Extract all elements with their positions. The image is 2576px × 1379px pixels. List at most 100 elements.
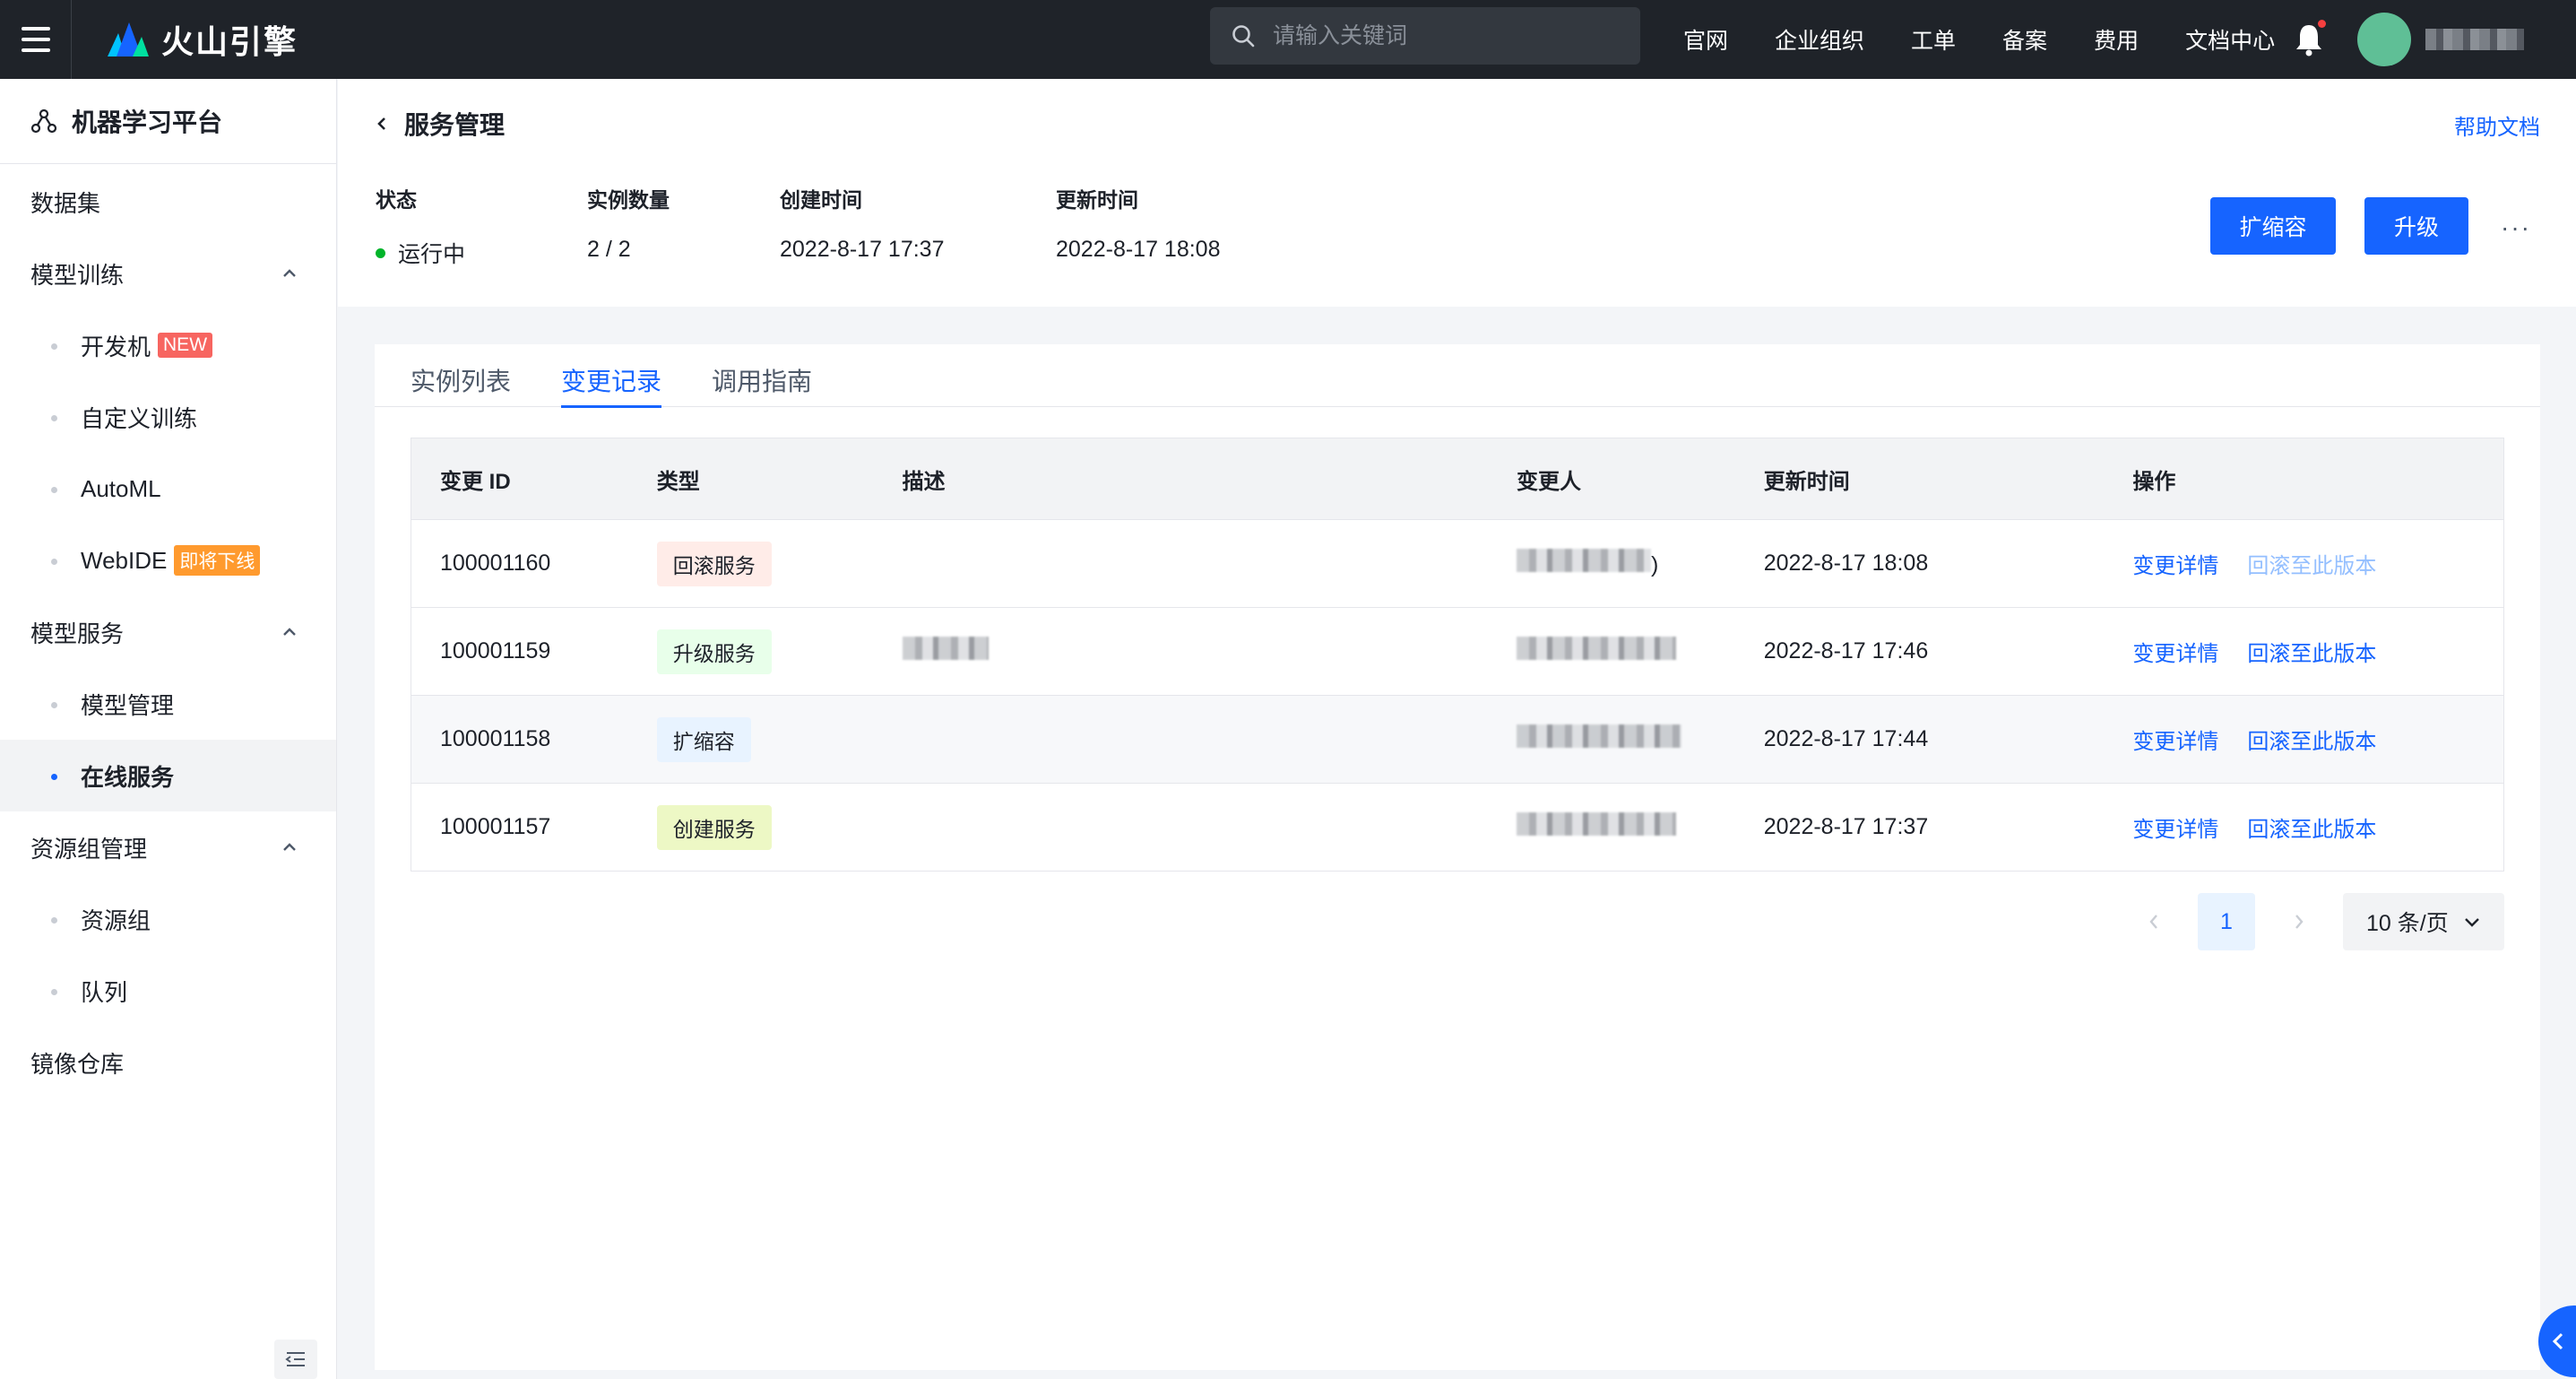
chevron-left-icon <box>2552 1332 2563 1350</box>
next-page-icon[interactable] <box>2278 893 2320 950</box>
change-records-table: 变更 ID 类型 描述 变更人 更新时间 操作 100001160 回滚服务 )… <box>411 438 2504 872</box>
nav-tickets[interactable]: 工单 <box>1911 23 1956 56</box>
nav-filing[interactable]: 备案 <box>2002 23 2047 56</box>
sidebar-item-webide[interactable]: WebIDE 即将下线 <box>0 525 336 596</box>
nav-official-site[interactable]: 官网 <box>1683 23 1728 56</box>
sidebar-item-dev-machine[interactable]: 开发机 NEW <box>0 309 336 381</box>
user-avatar[interactable] <box>2357 13 2411 66</box>
upgrade-button[interactable]: 升级 <box>2364 197 2468 255</box>
brand[interactable]: 火山引擎 <box>106 16 298 63</box>
change-details-link[interactable]: 变更详情 <box>2132 636 2218 667</box>
sidebar-item-online-service[interactable]: 在线服务 <box>0 740 336 811</box>
change-details-link[interactable]: 变更详情 <box>2132 548 2218 579</box>
nav-docs-center[interactable]: 文档中心 <box>2185 23 2275 56</box>
changed-by-cell <box>1516 637 1764 666</box>
status-label: 状态 <box>376 188 417 212</box>
rollback-link[interactable]: 回滚至此版本 <box>2247 724 2376 755</box>
chevron-down-icon <box>2465 918 2479 927</box>
sidebar-item-label: 模型管理 <box>81 691 175 719</box>
new-badge: NEW <box>158 333 213 358</box>
change-id: 100001159 <box>440 638 551 663</box>
collapse-sidebar-button[interactable] <box>274 1340 317 1379</box>
instances-value: 2 / 2 <box>587 237 631 262</box>
brand-name: 火山引擎 <box>161 23 298 60</box>
change-id: 100001157 <box>440 814 551 839</box>
nav-enterprise-org[interactable]: 企业组织 <box>1775 23 1864 56</box>
change-id: 100001158 <box>440 726 551 751</box>
created-time-info: 创建时间 2022-8-17 17:37 <box>780 183 944 263</box>
header-updated-time: 更新时间 <box>1763 469 1850 494</box>
chevron-right-icon <box>2295 915 2304 929</box>
tab-call-guide[interactable]: 调用指南 <box>712 344 812 407</box>
updated-time: 2022-8-17 17:44 <box>1763 726 1929 751</box>
username-blurred[interactable] <box>2425 29 2524 50</box>
sidebar-item-datasets[interactable]: 数据集 <box>0 166 336 238</box>
sidebar-group-resource-group-management[interactable]: 资源组管理 <box>0 811 336 883</box>
sidebar-item-resource-group[interactable]: 资源组 <box>0 883 336 955</box>
change-details-link[interactable]: 变更详情 <box>2132 811 2218 843</box>
nav-billing[interactable]: 费用 <box>2094 23 2139 56</box>
collapse-icon <box>285 1352 305 1366</box>
changed-by-cell <box>1516 724 1764 754</box>
sidebar-item-label: 自定义训练 <box>81 404 198 432</box>
floating-expand-button[interactable] <box>2538 1305 2576 1377</box>
rollback-link[interactable]: 回滚至此版本 <box>2247 636 2376 667</box>
search-icon <box>1232 25 1255 48</box>
updated-value: 2022-8-17 18:08 <box>1056 237 1221 262</box>
sidebar-item-label: 队列 <box>81 978 128 1006</box>
chevron-up-icon <box>283 269 296 277</box>
blurred-username <box>1516 724 1681 748</box>
back-link[interactable]: 服务管理 <box>376 106 505 142</box>
header-actions: 操作 <box>2132 469 2176 494</box>
rollback-link[interactable]: 回滚至此版本 <box>2247 811 2376 843</box>
sidebar-item-label: AutoML <box>81 474 161 502</box>
changed-by-suffix: ) <box>1650 552 1659 577</box>
prev-page-icon[interactable] <box>2133 893 2174 950</box>
scale-button[interactable]: 扩缩容 <box>2210 197 2336 255</box>
page-size-select[interactable]: 10 条/页 <box>2343 893 2504 950</box>
ml-platform-icon <box>30 108 57 134</box>
page-size-value: 10 条/页 <box>2366 911 2449 936</box>
chevron-up-icon <box>283 843 296 851</box>
sidebar-group-model-training[interactable]: 模型训练 <box>0 238 336 309</box>
page-title: 服务管理 <box>404 111 506 139</box>
blurred-username <box>1516 637 1676 660</box>
updated-time-info: 更新时间 2022-8-17 18:08 <box>1056 183 1220 263</box>
blurred-username <box>1516 549 1651 572</box>
sidebar-item-model-management[interactable]: 模型管理 <box>0 668 336 740</box>
created-label: 创建时间 <box>780 188 862 212</box>
sidebar-item-automl[interactable]: AutoML <box>0 453 336 525</box>
sidebar-item-label: 数据集 <box>30 189 101 217</box>
top-nav-links: 官网 企业组织 工单 备案 费用 文档中心 <box>1683 0 2275 79</box>
top-navigation-bar: 火山引擎 官网 企业组织 工单 备案 费用 文档中心 <box>0 0 2576 79</box>
sidebar-title-label: 机器学习平台 <box>72 108 223 136</box>
search-input[interactable] <box>1273 22 1613 49</box>
blurred-username <box>1516 812 1676 836</box>
sidebar-item-image-registry[interactable]: 镜像仓库 <box>0 1027 336 1098</box>
tab-instance-list[interactable]: 实例列表 <box>411 344 511 407</box>
menu-icon[interactable] <box>0 0 72 79</box>
description-cell <box>902 637 1517 666</box>
page-number-button[interactable]: 1 <box>2198 893 2255 950</box>
notification-dot <box>2318 20 2326 28</box>
status-value: 运行中 <box>398 242 466 267</box>
sidebar-item-custom-training[interactable]: 自定义训练 <box>0 381 336 453</box>
tab-change-records[interactable]: 变更记录 <box>561 344 662 408</box>
sidebar-item-label: WebIDE <box>81 546 168 574</box>
rollback-link: 回滚至此版本 <box>2247 554 2377 578</box>
volcano-logo-icon <box>108 22 149 56</box>
updated-label: 更新时间 <box>1056 188 1138 212</box>
chevron-left-icon <box>2149 915 2157 929</box>
sidebar-item-label: 开发机 <box>81 333 151 360</box>
help-docs-link[interactable]: 帮助文档 <box>2454 109 2540 141</box>
sidebar-group-model-service[interactable]: 模型服务 <box>0 596 336 668</box>
global-search[interactable] <box>1210 7 1640 65</box>
chevron-left-icon <box>377 117 385 130</box>
header-change-id: 变更 ID <box>440 469 511 494</box>
change-details-link[interactable]: 变更详情 <box>2132 724 2218 755</box>
sidebar-group-label: 模型训练 <box>30 261 125 289</box>
sidebar-item-queue[interactable]: 队列 <box>0 955 336 1027</box>
table-row: 100001160 回滚服务 ) 2022-8-17 18:08 变更详情 回滚… <box>411 519 2503 607</box>
header-type: 类型 <box>656 469 700 494</box>
more-actions-icon[interactable]: ··· <box>2501 213 2531 242</box>
